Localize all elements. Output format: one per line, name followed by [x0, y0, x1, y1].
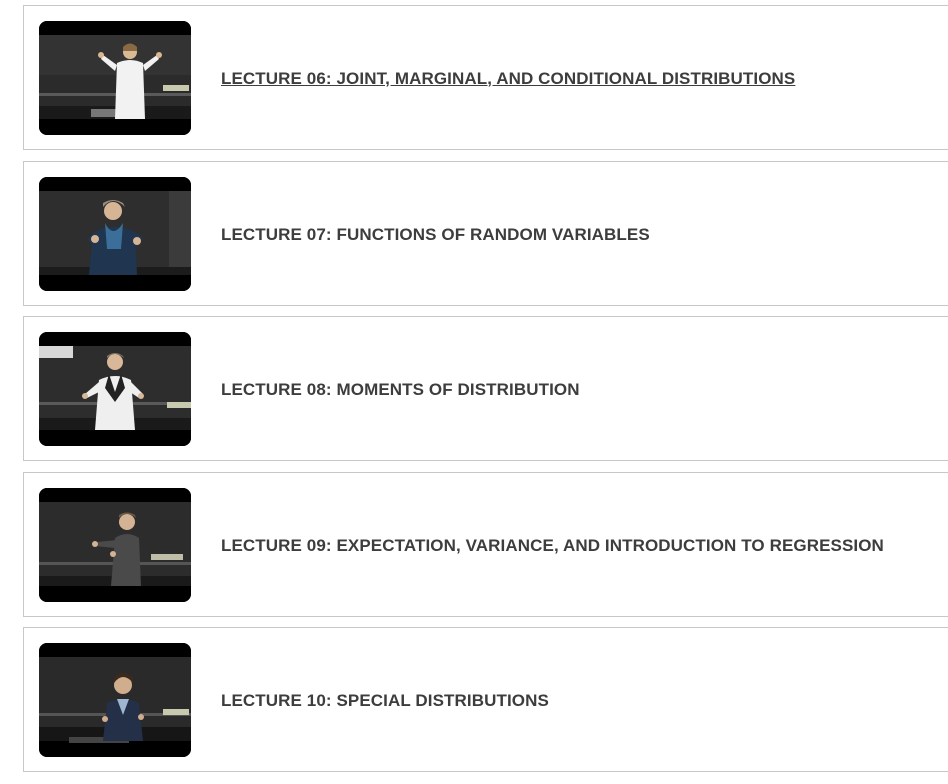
lecture-thumbnail[interactable]	[39, 21, 191, 135]
video-thumbnail-image	[39, 177, 191, 291]
lecture-title-link[interactable]: LECTURE 09: EXPECTATION, VARIANCE, AND I…	[221, 473, 884, 618]
lecture-title-link[interactable]: LECTURE 10: SPECIAL DISTRIBUTIONS	[221, 628, 549, 773]
lecture-item-06: LECTURE 06: JOINT, MARGINAL, AND CONDITI…	[23, 5, 948, 150]
lecture-item-08: LECTURE 08: MOMENTS OF DISTRIBUTION	[23, 316, 948, 461]
lecture-thumbnail[interactable]	[39, 332, 191, 446]
lecture-thumbnail[interactable]	[39, 177, 191, 291]
lecture-item-10: LECTURE 10: SPECIAL DISTRIBUTIONS	[23, 627, 948, 772]
lecture-item-07: LECTURE 07: FUNCTIONS OF RANDOM VARIABLE…	[23, 161, 948, 306]
video-thumbnail-image	[39, 332, 191, 446]
lecture-title-link[interactable]: LECTURE 08: MOMENTS OF DISTRIBUTION	[221, 317, 580, 462]
lecture-item-09: LECTURE 09: EXPECTATION, VARIANCE, AND I…	[23, 472, 948, 617]
video-thumbnail-image	[39, 643, 191, 757]
video-thumbnail-image	[39, 21, 191, 135]
lecture-thumbnail[interactable]	[39, 488, 191, 602]
lecture-thumbnail[interactable]	[39, 643, 191, 757]
lecture-title-link[interactable]: LECTURE 07: FUNCTIONS OF RANDOM VARIABLE…	[221, 162, 650, 307]
video-thumbnail-image	[39, 488, 191, 602]
lecture-title-link[interactable]: LECTURE 06: JOINT, MARGINAL, AND CONDITI…	[221, 6, 795, 151]
